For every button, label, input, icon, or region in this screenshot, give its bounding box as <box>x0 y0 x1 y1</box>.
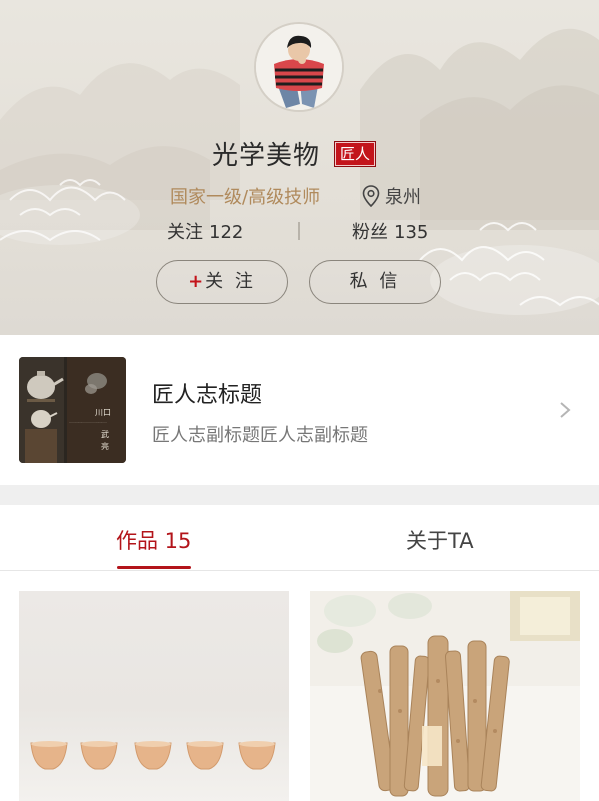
message-button[interactable]: 私 信 <box>309 260 441 304</box>
plus-icon: + <box>188 271 204 292</box>
active-tab-indicator <box>117 566 191 569</box>
location-text: 泉州 <box>385 187 421 208</box>
section-separator <box>0 485 599 505</box>
name-row: 光学美物 匠人 <box>0 135 599 175</box>
works-grid <box>0 571 599 801</box>
tab-bar: 作品 15 关于TA <box>0 505 599 571</box>
svg-text:川口: 川口 <box>95 408 111 417</box>
fans-label: 粉丝 <box>352 222 388 243</box>
following-label: 关注 <box>167 222 203 243</box>
svg-text:亮: 亮 <box>101 441 109 451</box>
journal-card[interactable]: 川口 .....................................… <box>0 335 599 485</box>
svg-text:..............................: ........................................ <box>69 420 107 424</box>
craft-level: 国家一级/高级技师 <box>170 187 321 208</box>
work-item[interactable] <box>310 591 580 801</box>
stats-divider <box>298 222 300 240</box>
work-image-cups <box>19 591 289 801</box>
profile-header: 光学美物 匠人 国家一级/高级技师 泉州 关注 122 粉丝 135 + 关 注 私 … <box>0 0 599 335</box>
avatar[interactable] <box>254 22 344 112</box>
following-count: 122 <box>209 222 244 243</box>
journal-title: 匠人志标题 <box>152 383 263 408</box>
craftsman-badge: 匠人 <box>334 141 377 167</box>
tab-works[interactable]: 作品 15 <box>116 525 191 555</box>
location-pin-icon <box>362 185 380 207</box>
fans-count: 135 <box>394 222 429 243</box>
title-row: 国家一级/高级技师 泉州 <box>0 183 599 211</box>
message-button-label: 私 信 <box>349 271 401 292</box>
avatar-image <box>256 24 342 110</box>
follow-button[interactable]: + 关 注 <box>156 260 288 304</box>
svg-text:武: 武 <box>101 429 109 439</box>
work-item[interactable] <box>19 591 289 801</box>
profile-name: 光学美物 <box>212 141 321 171</box>
journal-subtitle: 匠人志副标题匠人志副标题 <box>152 425 368 446</box>
follow-button-label: 关 注 <box>205 271 256 292</box>
fans-stat[interactable]: 粉丝 135 <box>352 218 428 244</box>
work-image-wood-candle <box>310 591 580 801</box>
tab-about[interactable]: 关于TA <box>406 525 474 555</box>
journal-thumbnail: 川口 .....................................… <box>19 357 126 463</box>
chevron-right-icon <box>560 402 571 418</box>
journal-cover-image: 川口 .....................................… <box>19 357 126 463</box>
following-stat[interactable]: 关注 122 <box>167 218 243 244</box>
